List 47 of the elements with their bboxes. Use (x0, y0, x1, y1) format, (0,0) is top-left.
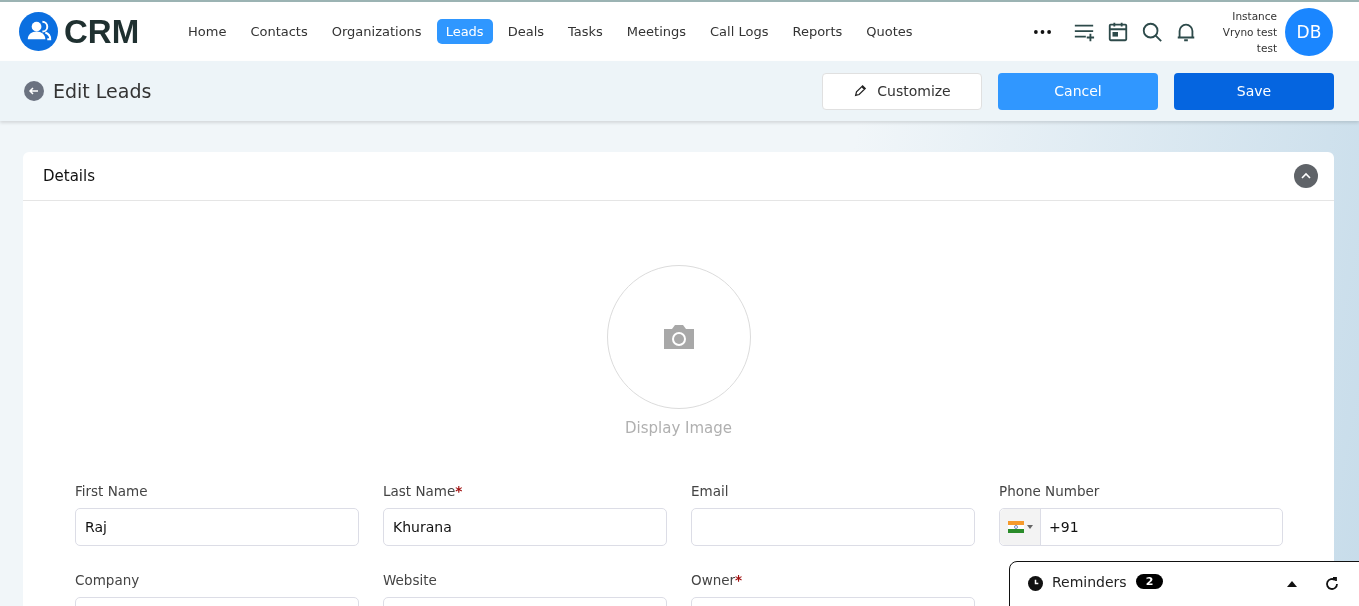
nav-tab[interactable]: Call Logs (701, 19, 778, 44)
action-button[interactable]: Save (1174, 72, 1334, 110)
field-label: Owner* (691, 572, 743, 588)
caret-icon (1026, 525, 1033, 529)
nav-tab[interactable]: Meetings (617, 19, 696, 44)
action-button[interactable]: Customize (822, 72, 982, 110)
text-field[interactable]: Khurana (383, 508, 667, 546)
text-field[interactable]: Raj (75, 508, 359, 546)
field-label: Website (383, 572, 437, 588)
user-text: Vryno test (1222, 24, 1277, 40)
reminders-title: Reminders (1052, 574, 1127, 590)
more-icon[interactable] (1033, 29, 1051, 34)
refresh-icon[interactable] (1324, 576, 1340, 592)
field-label: Last Name* (383, 483, 463, 499)
field-label: Company (75, 572, 140, 588)
image-label: Display Image (624, 419, 732, 437)
clock-icon (1028, 576, 1043, 591)
field-label: First Name (75, 483, 148, 499)
back-icon[interactable] (24, 81, 44, 101)
country-selector[interactable] (1000, 509, 1041, 545)
caret-up-icon[interactable] (1287, 581, 1297, 587)
pencil-icon (853, 84, 868, 98)
nav-tab[interactable]: Reports (783, 19, 852, 44)
text-field[interactable] (691, 508, 975, 546)
calendar-icon[interactable] (1106, 20, 1129, 43)
section-title: Details (43, 167, 95, 185)
nav-tab[interactable]: Organizations (322, 19, 431, 44)
count-badge: 2 (1135, 574, 1164, 589)
camera-icon (661, 322, 696, 352)
phone-field[interactable]: +91 (999, 508, 1283, 546)
nav-tab[interactable]: Deals (498, 19, 553, 44)
phone-input[interactable]: +91 (1041, 519, 1257, 535)
nav-tab[interactable]: Contacts (241, 19, 317, 44)
brand-name: CRM (64, 12, 140, 51)
logo-icon (19, 12, 58, 51)
collapse-icon[interactable] (1294, 164, 1318, 188)
field-label: Email (691, 483, 729, 499)
field-label: Phone Number (999, 483, 1100, 499)
flag-icon (1007, 521, 1024, 533)
user-avatar[interactable]: DB (1285, 7, 1333, 56)
user-text: test (1256, 40, 1277, 56)
nav-tab[interactable]: Quotes (857, 19, 922, 44)
page-title: Edit Leads (53, 80, 152, 102)
search-icon[interactable] (1140, 20, 1163, 43)
nav-tab[interactable]: Home (179, 19, 236, 44)
user-text: Instance (1232, 8, 1277, 24)
nav-tab[interactable]: Tasks (559, 19, 612, 44)
